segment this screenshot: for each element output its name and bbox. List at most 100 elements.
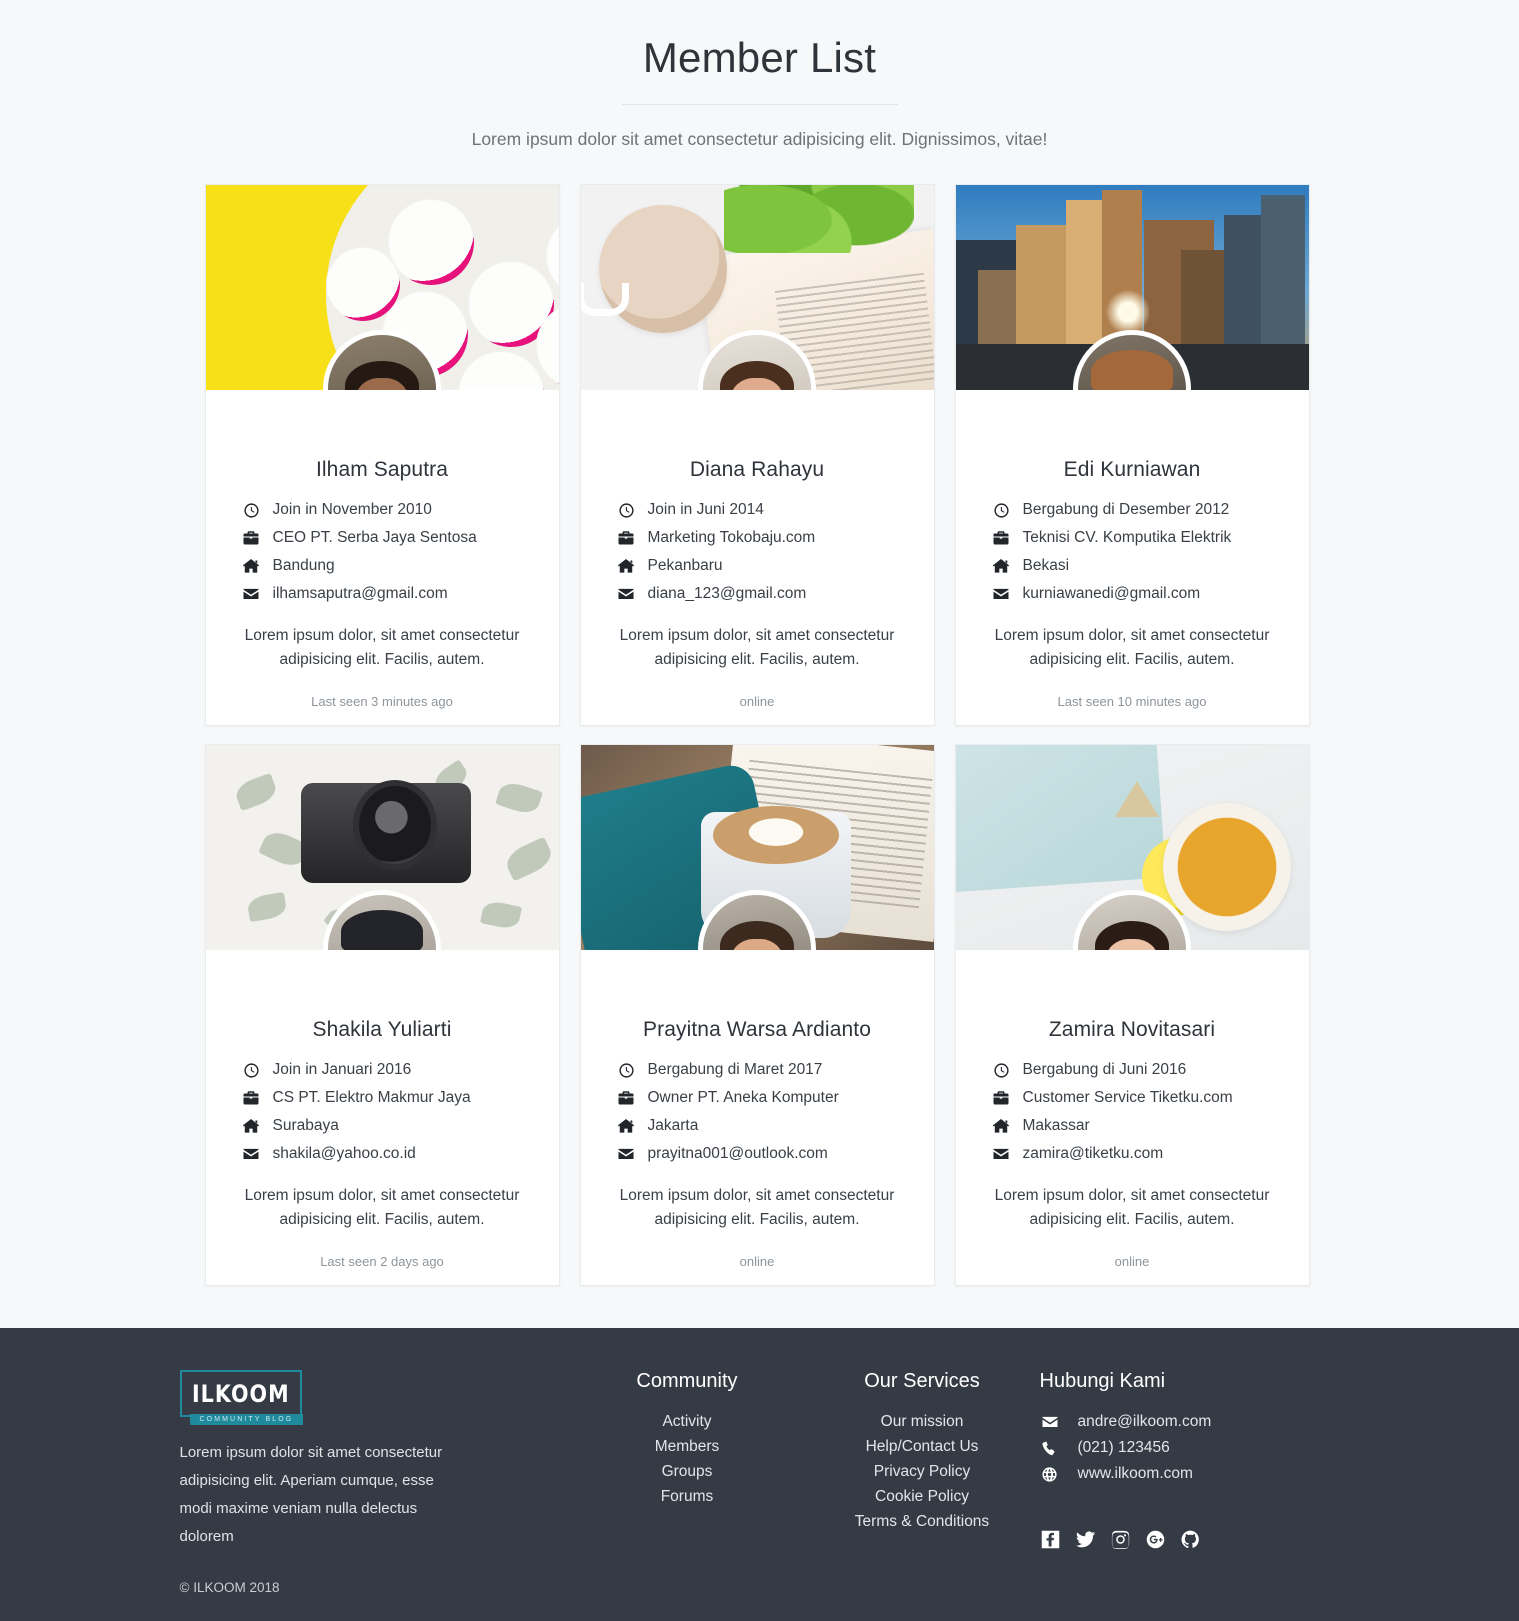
member-job-text: Teknisi CV. Komputika Elektrik <box>1022 529 1232 547</box>
contact-item[interactable]: www.ilkoom.com <box>1040 1461 1340 1487</box>
member-card[interactable]: Prayitna Warsa Ardianto Bergabung di Mar… <box>579 744 935 1287</box>
avatar[interactable] <box>1073 330 1191 391</box>
member-city-row: Bekasi <box>992 552 1287 580</box>
avatar-image <box>328 335 436 391</box>
footer-about-text: Lorem ipsum dolor sit amet consectetur a… <box>179 1444 443 1545</box>
briefcase-icon <box>242 529 261 547</box>
member-card[interactable]: Diana Rahayu Join in Juni 2014 Marketing… <box>579 184 935 727</box>
member-meta-list: Bergabung di Juni 2016 Customer Service … <box>978 1056 1287 1168</box>
avatar[interactable] <box>698 890 816 951</box>
member-status: Last seen 10 minutes ago <box>1057 694 1207 710</box>
github-icon[interactable] <box>1180 1529 1201 1550</box>
clock-icon <box>992 1062 1011 1079</box>
member-card[interactable]: Ilham Saputra Join in November 2010 CEO … <box>204 184 560 727</box>
footer-link[interactable]: Activity <box>570 1409 805 1434</box>
footer-link[interactable]: Privacy Policy <box>805 1459 1040 1484</box>
member-city-row: Bandung <box>242 552 537 580</box>
member-city-text: Bekasi <box>1022 557 1070 575</box>
member-card[interactable]: Zamira Novitasari Bergabung di Juni 2016… <box>954 744 1310 1287</box>
footer-link[interactable]: Groups <box>570 1459 805 1484</box>
member-email-text: zamira@tiketku.com <box>1022 1145 1164 1163</box>
page-header: Member List Lorem ipsum dolor sit amet c… <box>0 0 1519 150</box>
footer-link-list: Our mission Help/Contact Us Privacy Policy… <box>805 1409 1040 1534</box>
member-name: Diana Rahayu <box>689 458 825 482</box>
twitter-icon[interactable] <box>1075 1529 1096 1550</box>
member-city-text: Jakarta <box>647 1117 699 1135</box>
footer-brand-column: ILKOOM COMMUNITY BLOG Lorem ipsum dolor … <box>179 1370 570 1596</box>
instagram-icon[interactable] <box>1110 1529 1131 1550</box>
member-bio: Lorem ipsum dolor, sit amet consectetur … <box>994 1187 1270 1229</box>
member-card[interactable]: Shakila Yuliarti Join in Januari 2016 CS… <box>204 744 560 1287</box>
avatar[interactable] <box>1073 890 1191 951</box>
footer-column-title: Hubungi Kami <box>1039 1370 1166 1393</box>
member-job-row: CEO PT. Serba Jaya Sentosa <box>242 524 537 552</box>
member-joined-text: Join in Juni 2014 <box>647 501 764 519</box>
home-icon <box>992 557 1011 575</box>
envelope-icon <box>992 585 1011 603</box>
contact-value: (021) 123456 <box>1077 1439 1170 1457</box>
member-city-row: Surabaya <box>242 1112 537 1140</box>
footer-link[interactable]: Forums <box>570 1484 805 1509</box>
member-card-body: Ilham Saputra Join in November 2010 CEO … <box>206 390 559 725</box>
footer-link-list: Activity Members Groups Forums <box>570 1409 805 1509</box>
page-root: Member List Lorem ipsum dolor sit amet c… <box>0 0 1519 1621</box>
contact-item[interactable]: andre@ilkoom.com <box>1040 1409 1340 1435</box>
member-job-row: CS PT. Elektro Makmur Jaya <box>242 1084 537 1112</box>
member-job-row: Customer Service Tiketku.com <box>992 1084 1287 1112</box>
member-joined-row: Join in Januari 2016 <box>242 1056 537 1084</box>
member-city-text: Surabaya <box>272 1117 339 1135</box>
member-card-grid: Ilham Saputra Join in November 2010 CEO … <box>204 184 1315 1287</box>
google-plus-icon[interactable] <box>1145 1529 1166 1550</box>
footer-link[interactable]: Our mission <box>805 1409 1040 1434</box>
member-status: online <box>739 1254 775 1270</box>
clock-icon <box>242 1062 261 1079</box>
site-logo[interactable]: ILKOOM COMMUNITY BLOG <box>179 1370 304 1426</box>
member-joined-text: Join in November 2010 <box>272 501 432 519</box>
contact-list: andre@ilkoom.com (021) 123456 www.ilkoom… <box>1040 1409 1340 1487</box>
member-name: Zamira Novitasari <box>1048 1018 1216 1042</box>
home-icon <box>242 557 261 575</box>
member-joined-row: Bergabung di Juni 2016 <box>992 1056 1287 1084</box>
footer-link[interactable]: Terms & Conditions <box>805 1509 1040 1534</box>
footer-copyright: © ILKOOM 2018 <box>179 1580 280 1596</box>
avatar-image <box>1078 335 1186 391</box>
member-joined-text: Bergabung di Juni 2016 <box>1022 1061 1187 1079</box>
footer-link[interactable]: Members <box>570 1434 805 1459</box>
member-card-body: Zamira Novitasari Bergabung di Juni 2016… <box>956 950 1309 1285</box>
member-card-body: Diana Rahayu Join in Juni 2014 Marketing… <box>581 390 934 725</box>
member-city-text: Bandung <box>272 557 335 575</box>
page-title: Member List <box>642 34 877 81</box>
footer-column-title: Our Services <box>864 1370 980 1393</box>
avatar[interactable] <box>323 890 441 951</box>
member-card[interactable]: Edi Kurniawan Bergabung di Desember 2012… <box>954 184 1310 727</box>
avatar[interactable] <box>698 330 816 391</box>
briefcase-icon <box>617 529 636 547</box>
briefcase-icon <box>242 1089 261 1107</box>
member-city-text: Makassar <box>1022 1117 1090 1135</box>
member-email-row: prayitna001@outlook.com <box>617 1140 912 1168</box>
clock-icon <box>242 502 261 519</box>
member-job-row: Marketing Tokobaju.com <box>617 524 912 552</box>
member-job-row: Owner PT. Aneka Komputer <box>617 1084 912 1112</box>
title-divider <box>621 104 898 106</box>
facebook-icon[interactable] <box>1040 1529 1061 1550</box>
envelope-icon <box>1040 1413 1060 1431</box>
social-links <box>1040 1529 1340 1550</box>
footer-link[interactable]: Cookie Policy <box>805 1484 1040 1509</box>
contact-value: andre@ilkoom.com <box>1077 1413 1212 1431</box>
briefcase-icon <box>992 1089 1011 1107</box>
envelope-icon <box>242 1145 261 1163</box>
clock-icon <box>992 502 1011 519</box>
member-bio: Lorem ipsum dolor, sit amet consectetur … <box>619 1187 895 1229</box>
footer-column-contact: Hubungi Kami andre@ilkoom.com (021) 1234… <box>1040 1370 1340 1595</box>
member-status: Last seen 2 days ago <box>320 1254 444 1270</box>
footer-column-community: Community Activity Members Groups Forums <box>570 1370 805 1595</box>
member-bio: Lorem ipsum dolor, sit amet consectetur … <box>244 627 520 669</box>
member-email-text: shakila@yahoo.co.id <box>272 1145 416 1163</box>
footer-link[interactable]: Help/Contact Us <box>805 1434 1040 1459</box>
avatar[interactable] <box>323 330 441 391</box>
member-email-row: zamira@tiketku.com <box>992 1140 1287 1168</box>
home-icon <box>992 1117 1011 1135</box>
contact-item[interactable]: (021) 123456 <box>1040 1435 1340 1461</box>
envelope-icon <box>617 585 636 603</box>
